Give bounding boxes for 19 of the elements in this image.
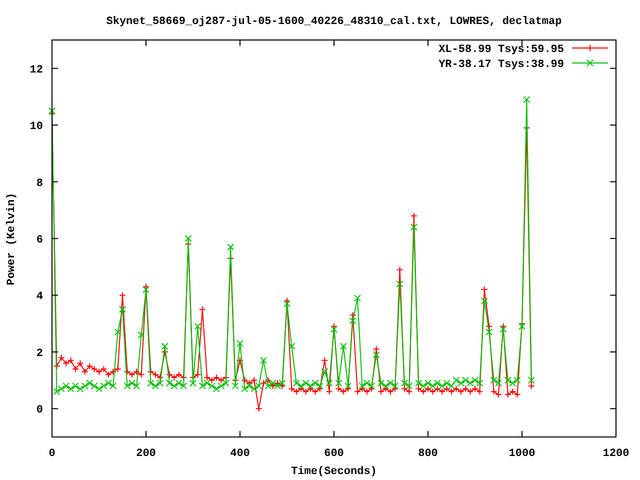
x-tick-label: 200: [136, 448, 156, 460]
x-tick-label: 800: [418, 448, 438, 460]
chart-title: Skynet_58669_oj287-jul-05-1600_40226_48310_cal.txt, LOWRES, declatmap: [106, 16, 562, 28]
x-tick-label: 1200: [602, 448, 630, 460]
x-tick-label: 400: [230, 448, 250, 460]
y-tick-label: 10: [30, 121, 43, 134]
y-tick-label: 4: [36, 291, 43, 304]
legend-label: XL-58.99 Tsys:59.95: [438, 44, 564, 56]
y-tick-label: 8: [36, 178, 43, 190]
x-tick-label: 0: [48, 448, 56, 460]
x-axis-label: Time(Seconds): [291, 466, 377, 478]
y-tick-label: 2: [36, 348, 43, 360]
x-tick-label: 1000: [508, 448, 536, 460]
y-tick-label: 12: [30, 64, 43, 76]
x-tick-label: 600: [324, 448, 344, 460]
y-tick-label: 0: [36, 404, 43, 417]
y-axis-label: Power (Kelvin): [6, 192, 18, 286]
y-tick-label: 6: [36, 234, 43, 246]
legend-label: YR-38.17 Tsys:38.99: [438, 59, 564, 71]
